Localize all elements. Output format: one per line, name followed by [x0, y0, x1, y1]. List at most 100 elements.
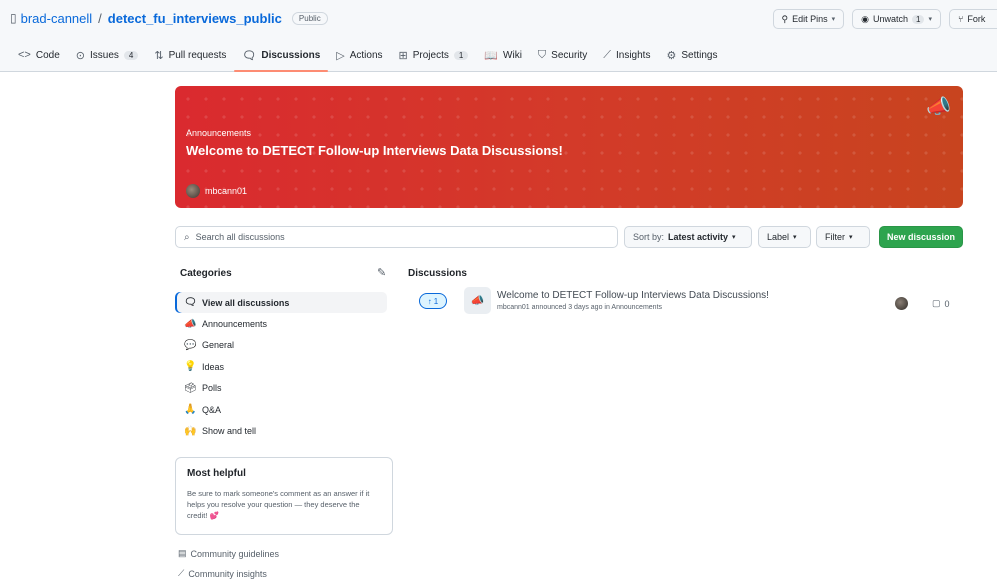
sort-value: Latest activity [668, 232, 729, 242]
repo-separator: / [98, 10, 102, 26]
filter-button[interactable]: Filter ▾ [816, 226, 870, 248]
fork-button[interactable]: ⑂ Fork [949, 9, 997, 29]
tab-projects[interactable]: ⊞ Projects 1 [391, 46, 477, 64]
tab-actions[interactable]: ▷ Actions [328, 46, 390, 64]
tab-pull-requests[interactable]: ⇅ Pull requests [146, 46, 234, 64]
vote-count: 1 [433, 296, 439, 306]
unwatch-button[interactable]: ◉ Unwatch 1 ▾ [852, 9, 941, 29]
book-icon: 📖 [484, 49, 499, 62]
tab-label: Discussions [261, 49, 321, 61]
comment-count[interactable]: ▢ 0 [932, 298, 950, 309]
community-insights-link[interactable]: ⟋ Community insights [178, 568, 267, 579]
watch-count: 1 [912, 14, 925, 24]
label-filter-button[interactable]: Label ▾ [758, 226, 811, 248]
tab-label: Projects [412, 49, 449, 61]
tab-label: Code [35, 49, 60, 61]
megaphone-icon: 📣 [184, 318, 197, 330]
issue-icon: ⊙ [75, 49, 85, 62]
code-icon: <> [18, 49, 31, 61]
play-icon: ▷ [336, 49, 345, 62]
megaphone-icon: 📣 [464, 287, 491, 314]
category-label: Show and tell [202, 426, 257, 437]
discussion-title-link[interactable]: Welcome to DETECT Follow-up Interviews D… [497, 290, 769, 301]
repo-nav-tabs: <> Code ⊙ Issues 4 ⇅ Pull requests 🗨 Discussions… [10, 46, 725, 72]
lightbulb-icon: 💡 [184, 361, 197, 373]
repo-actions: ⚲ Edit Pins ▾ ◉ Unwatch 1 ▾ ⑂ Fork [772, 9, 997, 29]
category-label: Q&A [202, 404, 222, 415]
banner-category: Announcements [186, 128, 252, 138]
category-show-and-tell[interactable]: 🙌 Show and tell [175, 420, 387, 441]
graph-icon: ⟋ [603, 48, 611, 61]
shield-icon: ⛉ [537, 48, 547, 61]
category-general[interactable]: 💬 General [175, 335, 387, 356]
repo-owner-link[interactable]: brad-cannell [21, 11, 93, 26]
category-label: Announcements [202, 319, 268, 330]
tab-insights[interactable]: ⟋ Insights [595, 46, 658, 64]
most-helpful-card: Most helpful Be sure to mark someone's c… [175, 457, 393, 535]
category-label: General [202, 340, 235, 351]
announcement-banner[interactable]: 📣 Announcements Welcome to DETECT Follow… [175, 86, 963, 208]
tab-label: Insights [616, 49, 651, 61]
tab-label: Wiki [503, 49, 522, 61]
label-filter-text: Label [767, 232, 790, 242]
category-q-a[interactable]: 🙏 Q&A [175, 399, 387, 420]
new-discussion-button[interactable]: New discussion [879, 226, 963, 248]
megaphone-icon: 📣 [926, 96, 951, 118]
category-label: View all discussions [202, 297, 290, 308]
search-input[interactable]: ⌕ Search all discussions [175, 226, 618, 248]
tab-code[interactable]: <> Code [10, 46, 68, 64]
category-announcements[interactable]: 📣 Announcements [175, 313, 387, 334]
tab-wiki[interactable]: 📖 Wiki [476, 46, 530, 64]
sort-prefix: Sort by: [633, 232, 665, 242]
category-polls[interactable]: 🗳 Polls [175, 378, 387, 399]
speech-bubble-icon: 💬 [184, 339, 197, 351]
repo-title: ▯ brad-cannell / detect_fu_interviews_pu… [10, 8, 328, 28]
discussions-icon: 🗨 [242, 49, 257, 62]
discussion-meta: mbcann01 announced 3 days ago in Announc… [497, 304, 663, 311]
banner-author[interactable]: mbcann01 [186, 184, 247, 198]
fork-label: Fork [967, 14, 986, 24]
tab-settings[interactable]: ⚙ Settings [658, 46, 725, 64]
edit-pins-button[interactable]: ⚲ Edit Pins ▾ [772, 9, 845, 29]
community-guidelines-link[interactable]: ▤ Community guidelines [178, 548, 279, 559]
tab-security[interactable]: ⛉ Security [530, 46, 595, 64]
tab-label: Issues [89, 49, 119, 61]
tab-discussions[interactable]: 🗨 Discussions [234, 46, 329, 72]
tab-label: Pull requests [168, 49, 227, 61]
table-icon: ⊞ [398, 49, 408, 62]
chevron-down-icon: ▾ [732, 234, 736, 241]
repo-name-link[interactable]: detect_fu_interviews_public [108, 11, 282, 26]
banner-title[interactable]: Welcome to DETECT Follow-up Interviews D… [186, 143, 563, 158]
category-label: Ideas [202, 361, 225, 372]
document-icon: ▤ [178, 548, 187, 558]
chevron-down-icon: ▾ [793, 234, 797, 241]
category-ideas[interactable]: 💡 Ideas [175, 356, 387, 377]
category-list: 🗨 View all discussions 📣 Announcements 💬 Gene… [175, 292, 387, 442]
upvote-button[interactable]: ↑ 1 [419, 293, 447, 309]
search-icon: ⌕ [184, 231, 190, 243]
edit-pins-label: Edit Pins [792, 14, 828, 24]
filter-text: Filter [825, 232, 845, 242]
chevron-down-icon: ▾ [831, 16, 836, 23]
pull-request-icon: ⇅ [154, 49, 164, 62]
most-helpful-text: Be sure to mark someone's comment as an … [187, 489, 370, 520]
avatar [186, 184, 200, 198]
avatar[interactable] [895, 297, 908, 310]
community-guidelines-label: Community guidelines [190, 548, 280, 559]
sort-button[interactable]: Sort by: Latest activity ▾ [624, 226, 752, 248]
tab-count: 4 [123, 50, 139, 60]
pencil-icon[interactable]: ✎ [377, 266, 386, 279]
raised-hands-icon: 🙌 [184, 425, 197, 437]
eye-icon: ◉ [861, 13, 870, 24]
community-insights-label: Community insights [188, 568, 267, 579]
gear-icon: ⚙ [666, 49, 677, 62]
category-view-all-discussions[interactable]: 🗨 View all discussions [175, 292, 387, 314]
repo-header: ▯ brad-cannell / detect_fu_interviews_pu… [0, 0, 997, 72]
graph-icon: ⟋ [178, 568, 185, 578]
tab-count: 1 [453, 50, 469, 60]
tab-label: Actions [349, 49, 383, 61]
chevron-down-icon: ▾ [928, 16, 932, 23]
discussions-heading: Discussions [408, 268, 467, 279]
visibility-badge: Public [291, 11, 328, 25]
tab-issues[interactable]: ⊙ Issues 4 [68, 46, 147, 64]
